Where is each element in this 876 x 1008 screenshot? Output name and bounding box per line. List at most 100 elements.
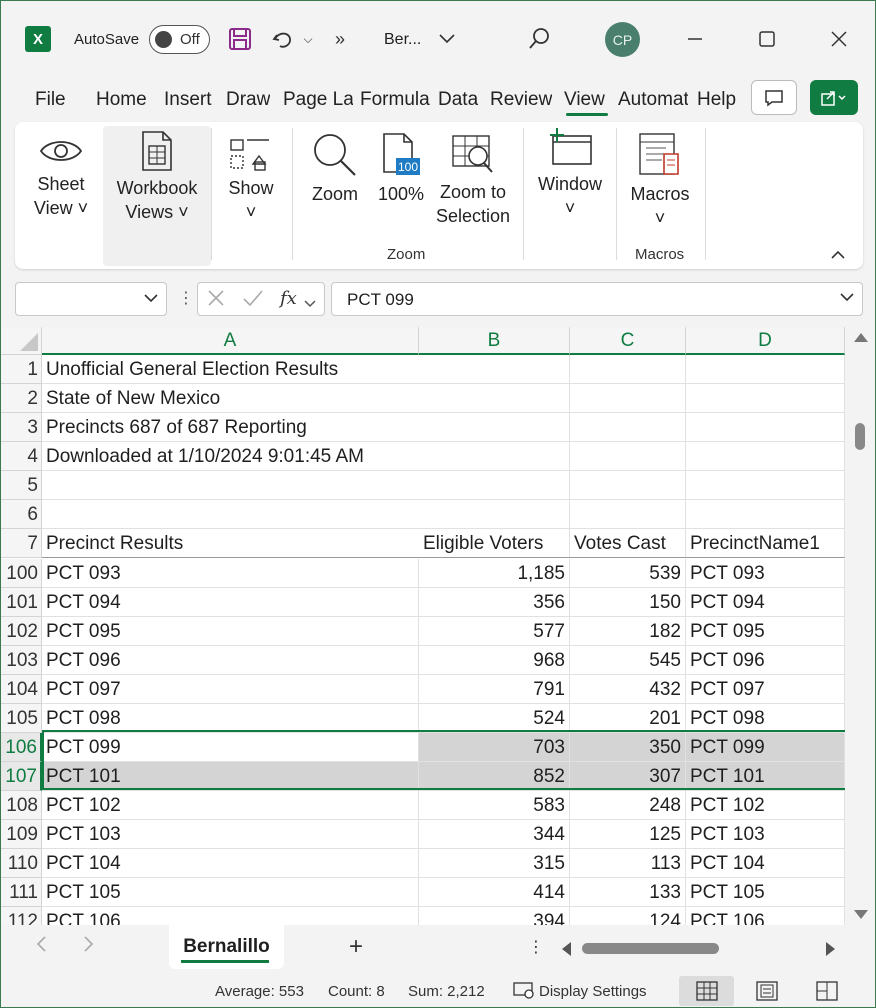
add-sheet-button[interactable]: + [349, 933, 363, 961]
status-sum[interactable]: Sum: 2,212 [408, 983, 485, 1000]
cell-a[interactable]: PCT 093 [42, 559, 419, 588]
cell-c[interactable]: 545 [570, 646, 686, 675]
cell-c[interactable]: 539 [570, 559, 686, 588]
cell-b[interactable]: 577 [419, 617, 570, 646]
formula-input[interactable]: PCT 099 [331, 282, 863, 316]
cell-d[interactable]: PCT 101 [686, 762, 845, 791]
undo-icon[interactable] [269, 25, 297, 53]
cell-c[interactable] [570, 384, 686, 413]
cell-d[interactable] [686, 442, 845, 471]
tab-insert[interactable]: Insert [164, 89, 212, 111]
cell-b[interactable] [419, 471, 570, 500]
cell-a[interactable]: PCT 097 [42, 675, 419, 704]
cell-c[interactable]: 182 [570, 617, 686, 646]
cell-c[interactable]: 125 [570, 820, 686, 849]
close-icon[interactable] [825, 25, 853, 53]
cell-b[interactable]: 968 [419, 646, 570, 675]
row-header[interactable]: 112 [1, 907, 42, 925]
cell-d[interactable]: PrecinctName1 [686, 529, 845, 558]
formula-bar-grip-icon[interactable]: ⋮ [178, 288, 194, 308]
cell-b[interactable]: 344 [419, 820, 570, 849]
column-header-a[interactable]: A [42, 327, 419, 355]
row-header[interactable]: 107 [1, 762, 42, 791]
tab-automate[interactable]: Automate [618, 89, 688, 111]
cell-a[interactable]: PCT 106 [42, 907, 419, 925]
fx-chevron-down-icon[interactable] [304, 291, 316, 314]
cell-d[interactable]: PCT 102 [686, 791, 845, 820]
column-header-c[interactable]: C [570, 327, 686, 355]
cell-c[interactable]: 350 [570, 733, 686, 762]
cell-a[interactable]: PCT 102 [42, 791, 419, 820]
name-box[interactable] [15, 282, 167, 316]
row-header[interactable]: 110 [1, 849, 42, 878]
tab-page-layout[interactable]: Page Layout [283, 89, 353, 111]
cell-c[interactable]: 133 [570, 878, 686, 907]
tab-view[interactable]: View [564, 89, 605, 111]
cell-c[interactable] [570, 500, 686, 529]
tab-draw[interactable]: Draw [226, 89, 270, 111]
row-header[interactable]: 103 [1, 646, 42, 675]
maximize-icon[interactable] [753, 25, 781, 53]
cell-c[interactable] [570, 413, 686, 442]
sheet-view-button[interactable]: Sheet View ˅ [29, 134, 93, 220]
cell-d[interactable] [686, 500, 845, 529]
cell-b[interactable]: Eligible Voters [419, 529, 570, 558]
row-header[interactable]: 5 [1, 471, 42, 500]
tab-help[interactable]: Help [697, 89, 736, 111]
row-header[interactable]: 3 [1, 413, 42, 442]
cell-d[interactable]: PCT 099 [686, 733, 845, 762]
cell-a[interactable]: PCT 104 [42, 849, 419, 878]
zoom-100-button[interactable]: 100 100% [375, 132, 427, 206]
cell-a[interactable]: State of New Mexico [42, 384, 419, 413]
cancel-icon[interactable] [206, 288, 226, 314]
vertical-scroll-thumb[interactable] [855, 423, 865, 450]
collapse-ribbon-icon[interactable] [831, 246, 845, 262]
expand-formula-bar-icon[interactable] [840, 289, 854, 305]
cell-a[interactable]: Downloaded at 1/10/2024 9:01:45 AM [42, 442, 419, 471]
cell-d[interactable] [686, 471, 845, 500]
search-icon[interactable] [525, 25, 553, 53]
document-title[interactable]: Ber... [384, 31, 421, 49]
cell-c[interactable]: 113 [570, 849, 686, 878]
cell-c[interactable]: 150 [570, 588, 686, 617]
cell-a[interactable]: Precinct Results [42, 529, 419, 558]
scroll-left-icon[interactable] [562, 942, 571, 956]
select-all-corner[interactable] [1, 327, 42, 355]
row-header[interactable]: 111 [1, 878, 42, 907]
cell-b[interactable]: 356 [419, 588, 570, 617]
display-settings-icon[interactable] [513, 981, 535, 1003]
save-icon[interactable] [226, 25, 254, 53]
cell-b[interactable]: 394 [419, 907, 570, 925]
cell-a[interactable]: PCT 105 [42, 878, 419, 907]
cell-c[interactable]: 124 [570, 907, 686, 925]
cell-c[interactable] [570, 471, 686, 500]
row-header[interactable]: 7 [1, 529, 42, 558]
row-header[interactable]: 2 [1, 384, 42, 413]
cell-b[interactable] [419, 355, 570, 384]
cell-a[interactable] [42, 471, 419, 500]
normal-view-button[interactable] [679, 976, 734, 1006]
cell-d[interactable] [686, 413, 845, 442]
page-break-view-button[interactable] [799, 976, 854, 1006]
cell-c[interactable]: Votes Cast [570, 529, 686, 558]
cell-b[interactable] [419, 384, 570, 413]
horizontal-scroll-thumb[interactable] [582, 943, 719, 954]
cell-c[interactable] [570, 355, 686, 384]
name-box-chevron-down-icon[interactable] [144, 290, 158, 306]
cell-d[interactable]: PCT 103 [686, 820, 845, 849]
cell-d[interactable]: PCT 104 [686, 849, 845, 878]
scroll-right-icon[interactable] [826, 942, 835, 956]
cell-a[interactable]: PCT 095 [42, 617, 419, 646]
display-settings-label[interactable]: Display Settings [539, 983, 647, 1000]
row-header[interactable]: 109 [1, 820, 42, 849]
cell-b[interactable]: 414 [419, 878, 570, 907]
cell-c[interactable]: 432 [570, 675, 686, 704]
cell-d[interactable]: PCT 097 [686, 675, 845, 704]
cell-d[interactable]: PCT 105 [686, 878, 845, 907]
row-header[interactable]: 102 [1, 617, 42, 646]
cell-a[interactable]: PCT 094 [42, 588, 419, 617]
cell-b[interactable] [419, 413, 570, 442]
row-header[interactable]: 106 [1, 733, 42, 762]
window-button[interactable]: Window ˅ [533, 128, 607, 220]
comments-button[interactable] [751, 80, 797, 115]
